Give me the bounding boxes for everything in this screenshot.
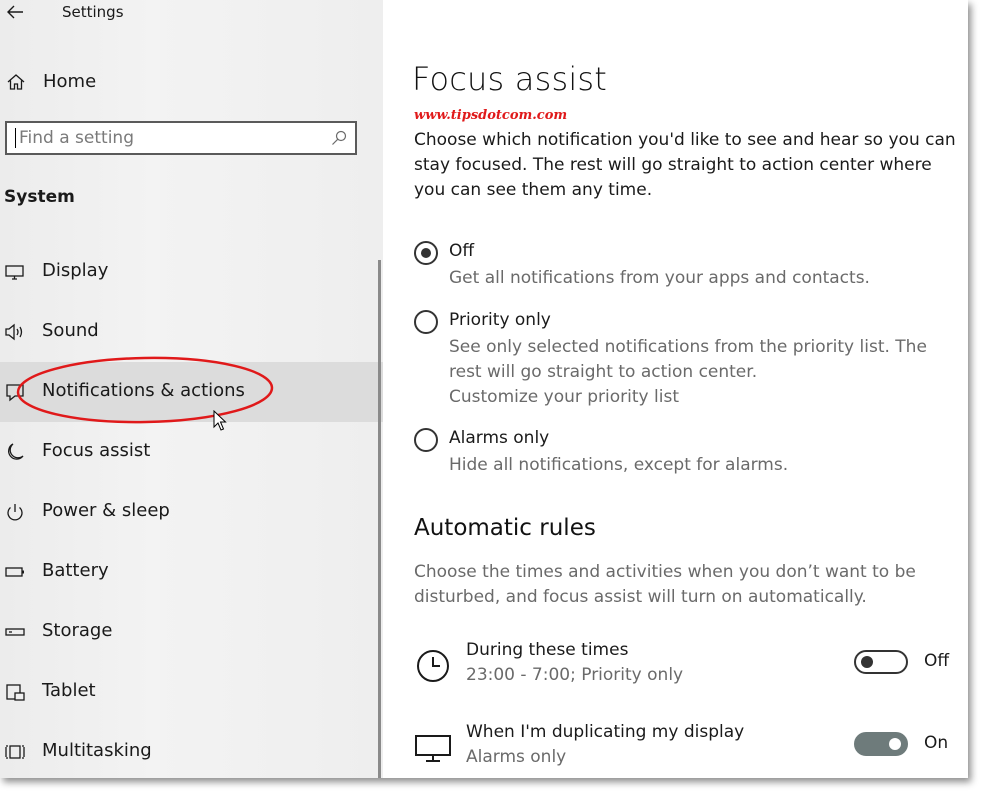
- radio-button[interactable]: [414, 310, 438, 334]
- settings-window: Settings Home System Display: [0, 0, 968, 778]
- toggle-state-label: Off: [924, 651, 950, 671]
- home-icon: [7, 74, 25, 90]
- page-title: Focus assist: [412, 60, 608, 98]
- toggle-knob: [889, 738, 901, 750]
- multitasking-icon: [5, 745, 25, 759]
- section-title: System: [4, 187, 75, 207]
- sidebar-item-label: Multitasking: [42, 740, 152, 761]
- sidebar: Settings Home System Display: [0, 0, 383, 778]
- toggle-state-label: On: [924, 733, 949, 753]
- speaker-icon: [5, 323, 23, 341]
- automatic-rules-description: Choose the times and activities when you…: [414, 562, 916, 607]
- sidebar-item-sound[interactable]: Sound: [0, 302, 383, 362]
- moon-icon: [8, 443, 24, 460]
- search-input[interactable]: [19, 126, 319, 150]
- sidebar-scrollbar[interactable]: [378, 260, 381, 778]
- home-label: Home: [43, 71, 97, 92]
- radio-label: Priority only: [449, 310, 551, 330]
- storage-icon: [5, 628, 25, 636]
- radio-description: Hide all notifications, except for alarm…: [449, 455, 789, 475]
- rule-title: During these times: [466, 640, 629, 660]
- radio-description: See only selected notifications from the…: [449, 335, 959, 410]
- sidebar-item-storage[interactable]: Storage: [0, 602, 383, 662]
- sidebar-item-label: Storage: [42, 620, 113, 641]
- radio-button[interactable]: [414, 428, 438, 452]
- rule-subtitle: 23:00 - 7:00; Priority only: [466, 665, 684, 685]
- rule-title: When I'm duplicating my display: [466, 722, 745, 742]
- sidebar-item-label: Sound: [42, 320, 99, 341]
- radio-label: Alarms only: [449, 428, 550, 448]
- radio-button-checked[interactable]: [414, 241, 438, 265]
- sidebar-item-multitasking[interactable]: Multitasking: [0, 722, 383, 778]
- customize-priority-link[interactable]: Customize your priority list: [449, 385, 959, 410]
- search-box[interactable]: [5, 121, 357, 155]
- title-bar: Settings: [0, 0, 383, 28]
- sidebar-item-label: Focus assist: [42, 440, 151, 461]
- search-icon[interactable]: [331, 130, 347, 146]
- sidebar-item-power-sleep[interactable]: Power & sleep: [0, 482, 383, 542]
- message-icon: [6, 384, 24, 402]
- power-icon: [7, 504, 23, 521]
- home-nav-item[interactable]: Home: [0, 66, 383, 98]
- sidebar-item-label: Tablet: [42, 680, 96, 701]
- main-content: Focus assist www.tipsdotcom.com Choose w…: [383, 0, 968, 778]
- clock-icon: [417, 650, 449, 682]
- monitor-icon: [415, 735, 451, 762]
- page-description: Choose which notification you'd like to …: [414, 130, 956, 200]
- sidebar-item-tablet[interactable]: Tablet: [0, 662, 383, 722]
- radio-description: Get all notifications from your apps and…: [449, 268, 870, 288]
- toggle-knob: [861, 656, 873, 668]
- sidebar-item-label: Notifications & actions: [42, 380, 245, 401]
- sidebar-item-label: Display: [42, 260, 109, 281]
- radio-description-text: See only selected notifications from the…: [449, 337, 927, 382]
- back-arrow-icon[interactable]: [4, 2, 26, 22]
- toggle-switch[interactable]: [854, 732, 908, 756]
- app-title: Settings: [62, 3, 124, 21]
- battery-icon: [5, 567, 24, 577]
- sidebar-item-display[interactable]: Display: [0, 242, 383, 302]
- radio-label: Off: [449, 241, 475, 261]
- sidebar-item-label: Battery: [42, 560, 109, 581]
- rule-duplicating-display[interactable]: When I'm duplicating my display Alarms o…: [414, 722, 964, 778]
- sidebar-item-label: Power & sleep: [42, 500, 170, 521]
- toggle-switch[interactable]: [854, 650, 908, 674]
- automatic-rules-heading: Automatic rules: [414, 515, 596, 541]
- sidebar-item-focus-assist[interactable]: Focus assist: [0, 422, 383, 482]
- watermark-text: www.tipsdotcom.com: [414, 108, 568, 123]
- rule-subtitle: Alarms only: [466, 747, 567, 767]
- text-caret: [15, 128, 16, 148]
- sidebar-item-battery[interactable]: Battery: [0, 542, 383, 602]
- display-icon: [5, 265, 24, 280]
- sidebar-item-notifications[interactable]: Notifications & actions: [0, 362, 383, 422]
- tablet-icon: [6, 684, 25, 701]
- rule-during-these-times[interactable]: During these times 23:00 - 7:00; Priorit…: [414, 640, 964, 700]
